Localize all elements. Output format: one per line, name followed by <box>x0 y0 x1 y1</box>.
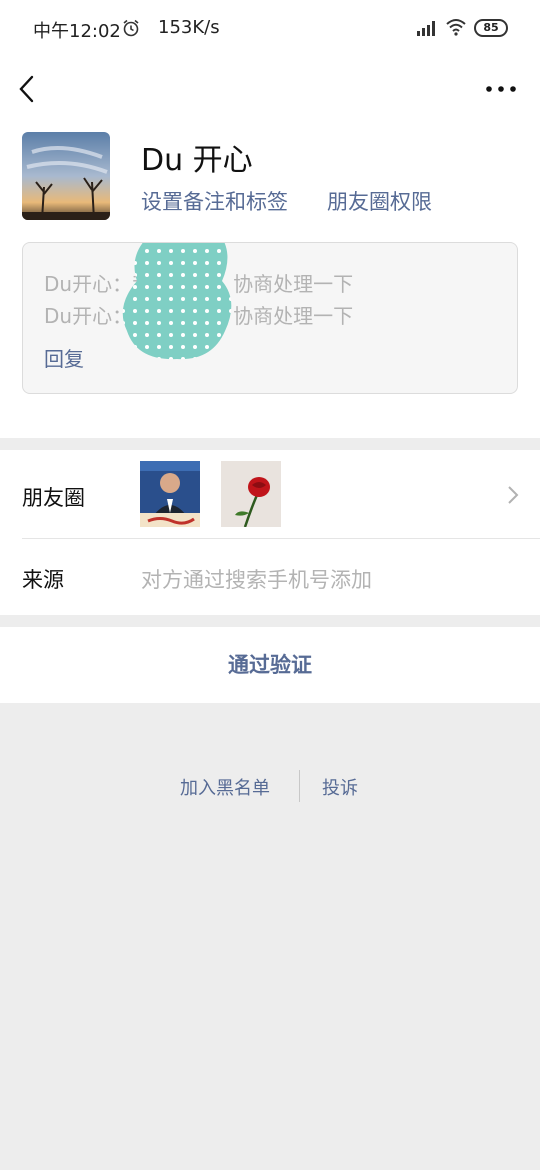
status-bar: 中午12:02 153K/s 85 <box>0 0 540 60</box>
signal-icon <box>417 21 435 36</box>
back-arrow-icon[interactable] <box>16 74 42 104</box>
footer-links: 加入黑名单 投诉 <box>0 770 540 804</box>
avatar[interactable] <box>22 132 110 220</box>
battery-icon: 85 <box>474 19 508 37</box>
report-link[interactable]: 投诉 <box>322 774 358 800</box>
source-label: 来源 <box>22 568 64 592</box>
network-speed: 153K/s <box>158 17 220 38</box>
reply-link[interactable]: 回复 <box>44 343 84 372</box>
moments-thumbnail[interactable] <box>221 461 281 527</box>
add-to-blacklist-link[interactable]: 加入黑名单 <box>180 774 270 800</box>
set-remark-link[interactable]: 设置备注和标签 <box>141 186 288 216</box>
redaction-mask <box>122 243 232 360</box>
contact-name: Du 开心 <box>141 143 253 178</box>
alarm-icon <box>123 19 139 37</box>
verification-message-box: Du开心：我是cool，协商处理一下 Du开心：我是cool，协商处理一下 回复 <box>22 242 518 394</box>
divider <box>22 538 540 539</box>
status-time: 中午12:02 <box>33 21 121 42</box>
moments-section: 朋友圈 来源 对方通过搜索手机号添加 <box>0 450 540 615</box>
chevron-right-icon[interactable] <box>506 484 520 506</box>
moments-thumbnail[interactable] <box>140 461 200 527</box>
verify-button[interactable]: 通过验证 <box>0 627 540 703</box>
wifi-icon <box>446 19 466 36</box>
moments-label: 朋友圈 <box>22 486 85 510</box>
divider <box>299 770 300 802</box>
verify-section: 通过验证 <box>0 627 540 703</box>
moments-permission-link[interactable]: 朋友圈权限 <box>327 186 432 216</box>
source-value: 对方通过搜索手机号添加 <box>141 568 372 592</box>
more-dots-icon[interactable] <box>484 80 518 98</box>
